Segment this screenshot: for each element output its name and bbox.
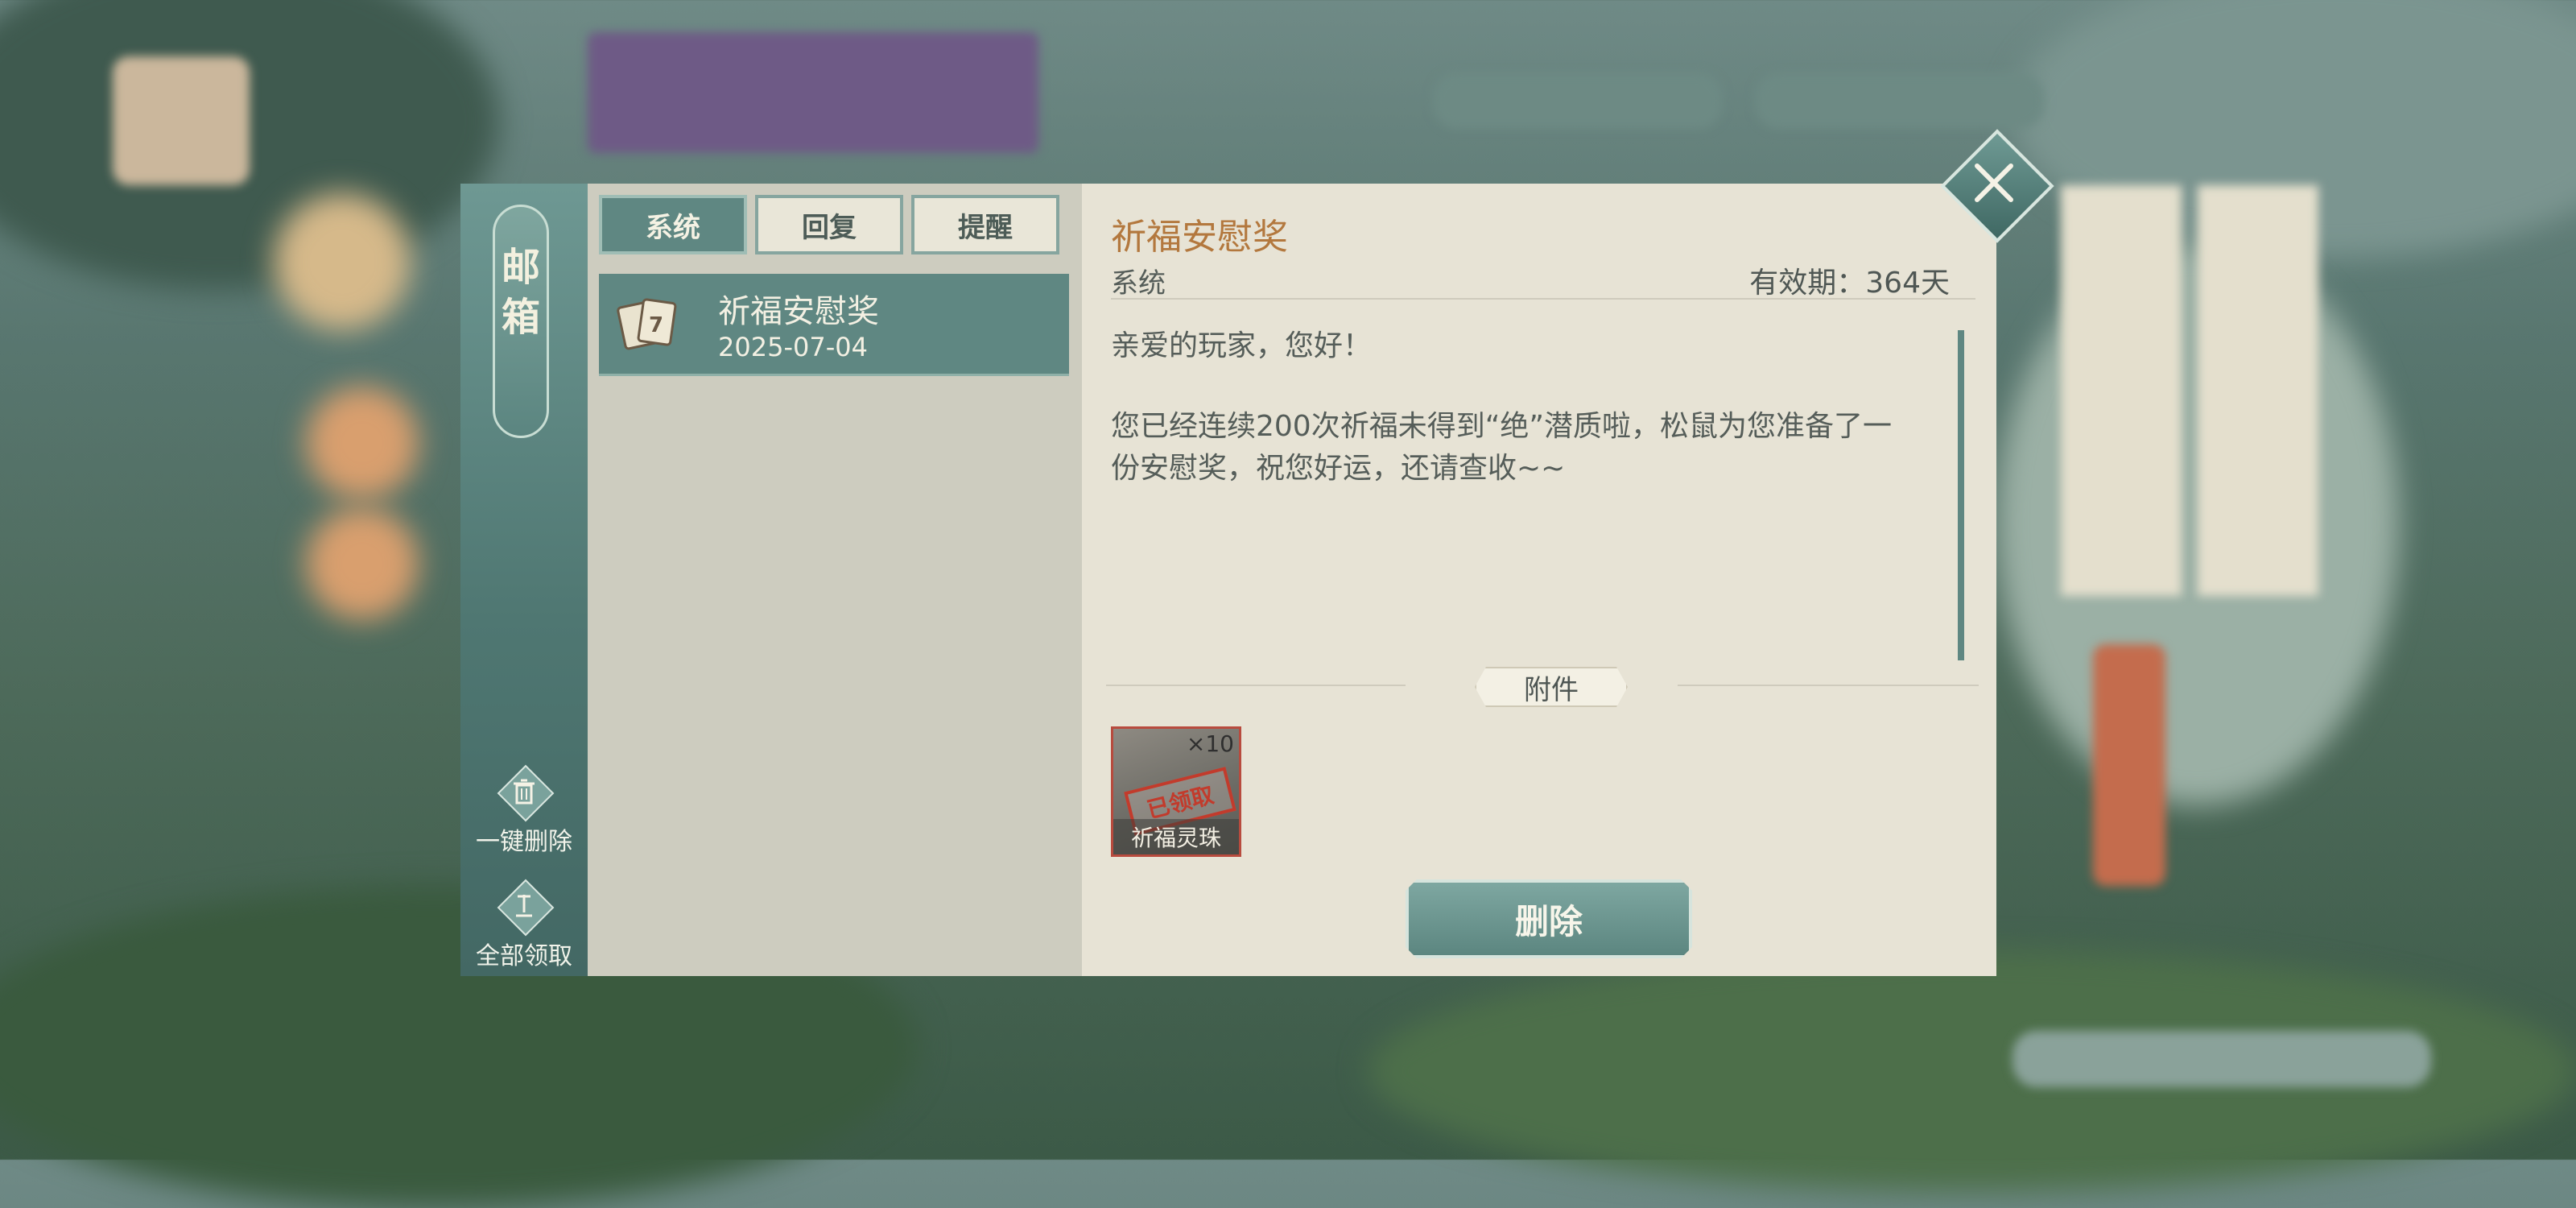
- attachment-divider-right: [1678, 685, 1979, 686]
- delete-all-button[interactable]: 一键删除: [460, 767, 588, 857]
- delete-all-label: 一键删除: [476, 828, 572, 856]
- mailbox-title: 邮 箱: [493, 205, 549, 438]
- close-button[interactable]: [1940, 129, 2054, 243]
- mail-item-date: 2025-07-04: [718, 332, 868, 362]
- mail-list-item[interactable]: 7 祈福安慰奖 2025-07-04: [599, 274, 1069, 376]
- mail-tabs: 系统 回复 提醒: [599, 195, 1059, 254]
- close-icon: [1975, 163, 2013, 202]
- tab-system[interactable]: 系统: [599, 195, 747, 254]
- mail-card-icon: 7: [617, 293, 679, 353]
- divider: [1111, 298, 1975, 300]
- mail-detail-panel: 祈福安慰奖 系统 有效期：364天 亲爱的玩家，您好！ 您已经连续200次祈福未…: [1082, 184, 1996, 976]
- attachment-count: ×10: [1186, 730, 1234, 757]
- mail-item-title: 祈福安慰奖: [718, 293, 879, 330]
- claim-all-button[interactable]: 全部领取: [460, 881, 588, 971]
- mailbox-title-char-2: 箱: [501, 295, 540, 340]
- mail-list-panel: 系统 回复 提醒 7 祈福安慰奖 2025-07-04: [588, 184, 1082, 976]
- detail-scrollbar[interactable]: [1958, 330, 1964, 660]
- detail-message: 您已经连续200次祈福未得到“绝”潜质啦，松鼠为您准备了一份安慰奖，祝您好运，还…: [1111, 410, 1893, 485]
- detail-expiry: 有效期：364天: [1749, 267, 1950, 300]
- claim-icon: [499, 881, 549, 931]
- trash-icon: [499, 767, 549, 817]
- delete-button[interactable]: 删除: [1406, 879, 1692, 958]
- detail-greeting: 亲爱的玩家，您好！: [1111, 329, 1373, 362]
- mailbox-title-char-1: 邮: [501, 245, 540, 290]
- attachment-name: 祈福灵珠: [1113, 819, 1239, 854]
- attachment-label: 附件: [1475, 667, 1628, 707]
- detail-body: 亲爱的玩家，您好！ 您已经连续200次祈福未得到“绝”潜质啦，松鼠为您准备了一份…: [1111, 325, 1916, 528]
- detail-title: 祈福安慰奖: [1111, 217, 1288, 258]
- claim-all-label: 全部领取: [476, 942, 572, 970]
- detail-sender: 系统: [1111, 267, 1166, 300]
- tab-reply[interactable]: 回复: [755, 195, 903, 254]
- attachment-item[interactable]: ×10 已领取 祈福灵珠: [1111, 726, 1241, 857]
- mailbox-sidebar: 邮 箱 一键删除 全部领取: [460, 184, 588, 976]
- svg-text:7: 7: [649, 313, 663, 337]
- tab-reminder[interactable]: 提醒: [911, 195, 1059, 254]
- attachment-divider-left: [1106, 685, 1406, 686]
